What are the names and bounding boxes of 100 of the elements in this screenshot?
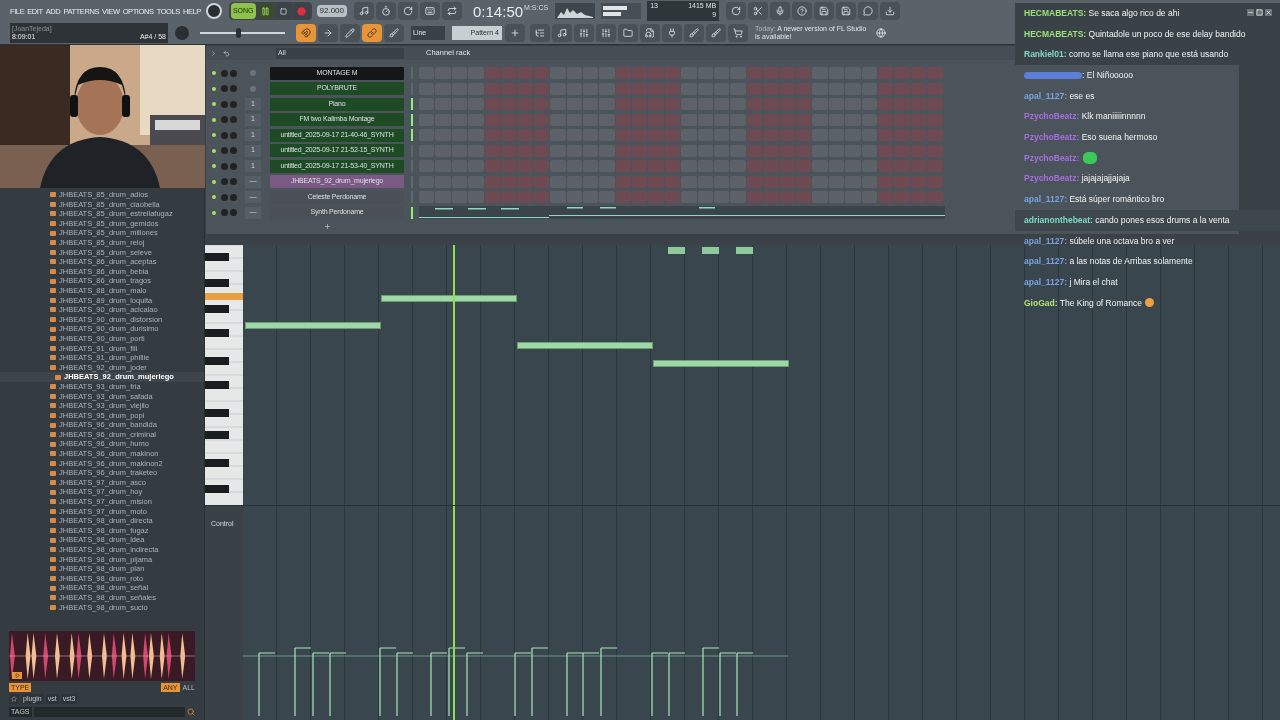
volume-knob-icon[interactable] <box>230 147 237 154</box>
step-button[interactable] <box>664 144 681 157</box>
step-button[interactable] <box>615 160 632 172</box>
step-button[interactable] <box>796 144 812 157</box>
step-button[interactable] <box>632 98 648 110</box>
step-button[interactable] <box>763 129 779 141</box>
step-button[interactable] <box>500 67 517 79</box>
channel-rack-button[interactable] <box>574 24 594 43</box>
step-button[interactable] <box>517 175 533 188</box>
step-button[interactable] <box>599 67 615 79</box>
preview-play-button[interactable] <box>12 672 22 679</box>
step-button[interactable] <box>763 160 779 172</box>
tempo-field[interactable]: 92.000 <box>316 5 347 18</box>
step-button[interactable] <box>664 113 681 126</box>
step-button[interactable] <box>812 144 828 157</box>
step-button[interactable] <box>681 191 697 203</box>
step-button[interactable] <box>861 82 877 95</box>
countdown-button[interactable] <box>398 2 418 21</box>
step-button[interactable] <box>779 98 795 110</box>
step-button[interactable] <box>812 160 828 172</box>
step-button[interactable] <box>484 98 500 110</box>
step-button[interactable] <box>500 191 517 203</box>
step-button[interactable] <box>910 67 927 79</box>
step-button[interactable] <box>779 113 795 126</box>
step-button[interactable] <box>615 113 632 126</box>
channel-led-icon[interactable] <box>212 210 216 215</box>
channel-led-icon[interactable] <box>212 179 216 184</box>
step-button[interactable] <box>468 98 484 110</box>
step-button[interactable] <box>468 160 484 172</box>
step-button[interactable] <box>779 82 795 95</box>
step-button[interactable] <box>533 82 550 95</box>
master-pitch-slider[interactable] <box>200 28 285 39</box>
step-button[interactable] <box>500 82 517 95</box>
step-button[interactable] <box>632 67 648 79</box>
step-button[interactable] <box>779 160 795 172</box>
step-button[interactable] <box>664 175 681 188</box>
save-as-button[interactable] <box>836 2 857 21</box>
step-button[interactable] <box>599 98 615 110</box>
select-indicator[interactable] <box>411 206 413 219</box>
step-button[interactable] <box>927 191 943 203</box>
step-button[interactable] <box>681 129 697 141</box>
step-button[interactable] <box>664 82 681 95</box>
step-button[interactable] <box>927 129 943 141</box>
step-button[interactable] <box>648 113 664 126</box>
step-button[interactable] <box>550 98 566 110</box>
step-button[interactable] <box>812 129 828 141</box>
channel-led-icon[interactable] <box>212 164 216 168</box>
step-button[interactable] <box>484 160 500 172</box>
step-button[interactable] <box>894 98 910 110</box>
step-button[interactable] <box>681 175 697 188</box>
channel-led-icon[interactable] <box>212 117 216 122</box>
step-button[interactable] <box>517 98 533 110</box>
step-edit-button[interactable] <box>420 2 440 21</box>
step-button[interactable] <box>517 67 533 79</box>
channel-led-icon[interactable] <box>212 195 216 199</box>
step-button[interactable] <box>533 67 550 79</box>
step-button[interactable] <box>648 144 664 157</box>
channel-led-icon[interactable] <box>212 71 216 75</box>
step-button[interactable] <box>648 160 664 172</box>
step-button[interactable] <box>894 129 910 141</box>
play-button[interactable] <box>257 3 274 20</box>
step-button[interactable] <box>779 175 795 188</box>
stop-button[interactable] <box>275 3 292 20</box>
step-button[interactable] <box>517 129 533 141</box>
channel-led-icon[interactable] <box>212 86 216 91</box>
step-button[interactable] <box>746 67 763 79</box>
minimize-icon[interactable] <box>1247 9 1254 16</box>
step-button[interactable] <box>927 144 943 157</box>
step-button[interactable] <box>877 129 894 141</box>
step-button[interactable] <box>796 82 812 95</box>
step-button[interactable] <box>681 98 697 110</box>
step-button[interactable] <box>910 129 927 141</box>
step-button[interactable] <box>796 191 812 203</box>
step-button[interactable] <box>796 98 812 110</box>
step-button[interactable] <box>812 98 828 110</box>
step-button[interactable] <box>927 67 943 79</box>
step-button[interactable] <box>796 129 812 141</box>
step-button[interactable] <box>894 67 910 79</box>
step-button[interactable] <box>730 98 746 110</box>
step-button[interactable] <box>910 175 927 188</box>
step-button[interactable] <box>796 160 812 172</box>
step-button[interactable] <box>763 191 779 203</box>
step-button[interactable] <box>664 98 681 110</box>
step-button[interactable] <box>533 98 550 110</box>
step-button[interactable] <box>550 67 566 79</box>
step-button[interactable] <box>500 160 517 172</box>
undo-icon[interactable] <box>223 49 230 57</box>
step-button[interactable] <box>615 129 632 141</box>
step-button[interactable] <box>648 175 664 188</box>
playlist-button[interactable] <box>530 24 550 43</box>
add-pattern-button[interactable] <box>505 24 525 43</box>
arrow-button[interactable] <box>318 24 338 43</box>
step-button[interactable] <box>632 191 648 203</box>
step-button[interactable] <box>796 67 812 79</box>
step-button[interactable] <box>910 144 927 157</box>
step-button[interactable] <box>500 98 517 110</box>
browser-button[interactable] <box>618 24 638 43</box>
piano-keyboard-drawing[interactable] <box>205 245 243 505</box>
step-button[interactable] <box>533 129 550 141</box>
shop-button[interactable] <box>728 24 748 43</box>
